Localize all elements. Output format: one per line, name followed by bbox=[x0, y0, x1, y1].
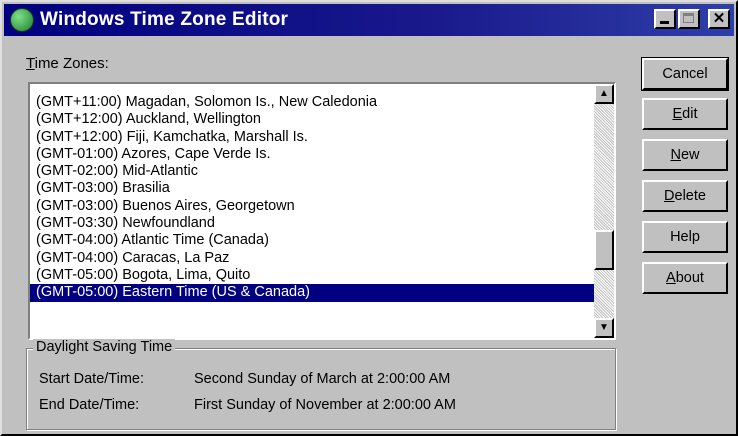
edit-button-mnemonic: E bbox=[672, 106, 683, 122]
edit-button[interactable]: Edit bbox=[642, 98, 728, 130]
delete-button[interactable]: Delete bbox=[642, 180, 728, 212]
time-zones-label-text: ime Zones: bbox=[34, 55, 109, 72]
about-button-text: bout bbox=[675, 270, 704, 286]
start-date-value: Second Sunday of March at 2:00:00 AM bbox=[194, 371, 451, 387]
help-button[interactable]: Help bbox=[642, 221, 728, 253]
time-zone-list-item[interactable]: (GMT+12:00) Auckland, Wellington bbox=[30, 111, 596, 128]
title-bar[interactable]: Windows Time Zone Editor ✕ bbox=[4, 4, 734, 36]
time-zone-list-item[interactable]: (GMT-01:00) Azores, Cape Verde Is. bbox=[30, 146, 596, 163]
time-zone-list-items: (GMT+11:00) Magadan, Solomon Is., New Ca… bbox=[30, 94, 596, 302]
new-button-mnemonic: N bbox=[670, 147, 681, 163]
listbox-scrollbar[interactable]: ▲ ▼ bbox=[594, 84, 614, 338]
close-button[interactable]: ✕ bbox=[708, 9, 730, 29]
arrow-down-icon: ▼ bbox=[599, 322, 609, 333]
time-zone-list-item[interactable]: (GMT-04:00) Atlantic Time (Canada) bbox=[30, 232, 596, 249]
window-title: Windows Time Zone Editor bbox=[40, 9, 289, 30]
end-date-row: End Date/Time: First Sunday of November a… bbox=[39, 397, 456, 413]
title-bar-controls: ✕ bbox=[654, 9, 730, 29]
time-zones-label-mnemonic: T bbox=[26, 55, 35, 72]
time-zone-list-item[interactable]: (GMT+11:00) Magadan, Solomon Is., New Ca… bbox=[30, 94, 596, 111]
time-zone-list-item[interactable]: (GMT-05:00) Bogota, Lima, Quito bbox=[30, 267, 596, 284]
start-date-row: Start Date/Time: Second Sunday of March a… bbox=[39, 371, 450, 387]
about-button[interactable]: About bbox=[642, 262, 728, 294]
maximize-button[interactable] bbox=[678, 9, 700, 29]
time-zone-list-item[interactable]: (GMT-05:00) Eastern Time (US & Canada) bbox=[30, 284, 596, 302]
scroll-up-button[interactable]: ▲ bbox=[594, 84, 614, 104]
about-button-mnemonic: A bbox=[666, 270, 676, 286]
minimize-button[interactable] bbox=[654, 9, 676, 29]
globe-icon bbox=[10, 8, 34, 32]
time-zone-list-item[interactable]: (GMT-02:00) Mid-Atlantic bbox=[30, 163, 596, 180]
scroll-thumb[interactable] bbox=[594, 230, 614, 270]
time-zone-listbox[interactable]: (GMT+11:00) Magadan, Solomon Is., New Ca… bbox=[28, 82, 616, 340]
time-zone-list-item[interactable]: (GMT-03:30) Newfoundland bbox=[30, 215, 596, 232]
maximize-icon bbox=[683, 13, 694, 23]
minimize-icon bbox=[660, 21, 669, 24]
delete-button-text: elete bbox=[674, 188, 706, 204]
new-button[interactable]: New bbox=[642, 139, 728, 171]
time-zone-editor-window: Windows Time Zone Editor ✕ Time Zones: (… bbox=[0, 0, 738, 436]
edit-button-text: dit bbox=[682, 106, 698, 122]
cancel-button[interactable]: Cancel bbox=[641, 57, 729, 91]
time-zone-list-item[interactable]: (GMT-03:00) Buenos Aires, Georgetown bbox=[30, 198, 596, 215]
scroll-down-button[interactable]: ▼ bbox=[594, 318, 614, 338]
close-icon: ✕ bbox=[712, 10, 726, 27]
time-zones-label: Time Zones: bbox=[26, 55, 109, 72]
daylight-saving-group: Daylight Saving Time Start Date/Time: Sec… bbox=[26, 339, 616, 430]
time-zone-list-item[interactable]: (GMT-03:00) Brasilia bbox=[30, 180, 596, 197]
daylight-saving-title: Daylight Saving Time bbox=[33, 339, 176, 355]
time-zone-list-item[interactable]: (GMT+12:00) Fiji, Kamchatka, Marshall Is… bbox=[30, 129, 596, 146]
delete-button-mnemonic: D bbox=[664, 188, 675, 204]
end-date-value: First Sunday of November at 2:00:00 AM bbox=[194, 397, 456, 413]
start-date-label: Start Date/Time: bbox=[39, 371, 145, 387]
end-date-label: End Date/Time: bbox=[39, 397, 140, 413]
arrow-up-icon: ▲ bbox=[599, 88, 609, 99]
time-zone-list-item[interactable]: (GMT-04:00) Caracas, La Paz bbox=[30, 250, 596, 267]
new-button-text: ew bbox=[680, 147, 700, 163]
